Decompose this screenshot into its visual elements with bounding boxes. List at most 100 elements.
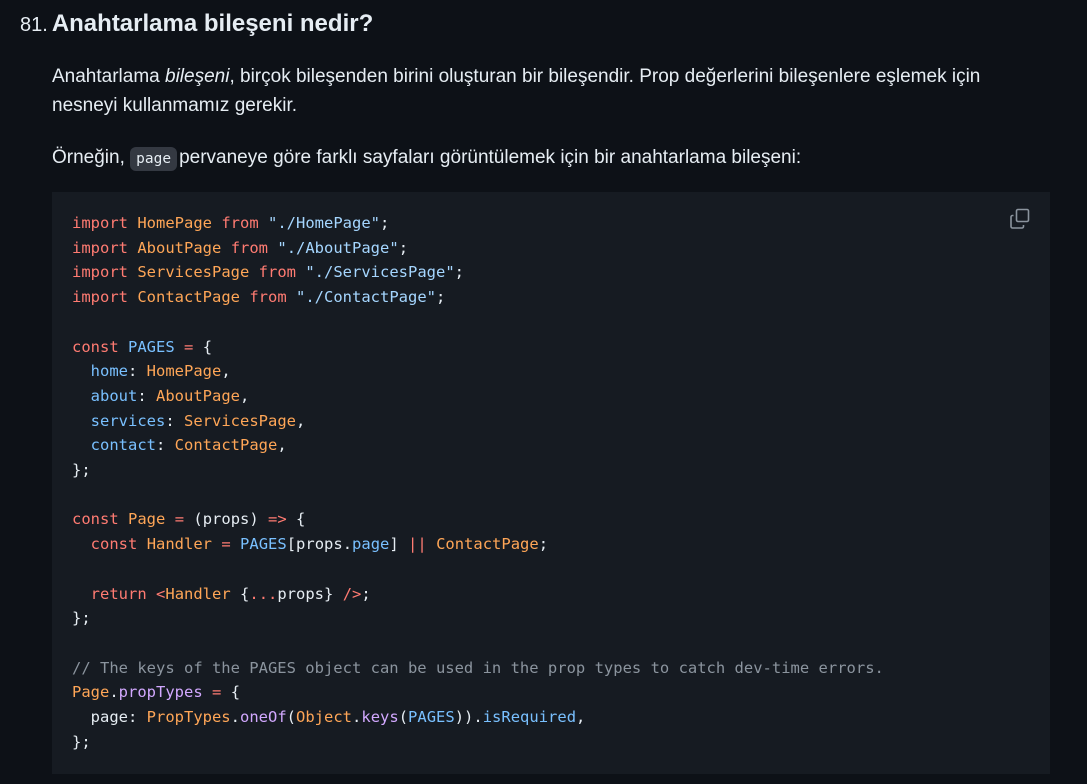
code-token: Page — [72, 683, 110, 702]
code-token: Page — [128, 510, 166, 529]
code-token: { — [286, 510, 306, 529]
copy-icon — [1010, 208, 1030, 229]
code-line: import ContactPage from "./ContactPage"; — [72, 288, 445, 306]
question-heading: 81. Anahtarlama bileşeni nedir? — [20, 10, 373, 38]
code-line: return <Handler {...props} />; — [72, 585, 371, 603]
code-token: ContactPage — [137, 288, 240, 307]
code-token: return — [90, 584, 147, 603]
code-token: import — [72, 288, 128, 307]
code-line: const Page = (props) => { — [72, 510, 305, 528]
code-token: isRequired — [482, 708, 577, 727]
question-title: Anahtarlama bileşeni nedir? — [51, 10, 374, 37]
code-line: const PAGES = { — [72, 338, 212, 356]
code-token: Handler — [165, 584, 231, 603]
code-token: props} — [277, 584, 343, 603]
question-number: 81. — [20, 14, 48, 36]
code-token: PAGES — [128, 337, 175, 356]
code-token: ; — [436, 288, 446, 307]
code-token: PAGES — [408, 708, 455, 727]
code-token: Object — [296, 708, 353, 727]
code-token: ServicesPage — [184, 411, 296, 430]
code-token: ; — [398, 238, 409, 257]
code-token: ... — [249, 584, 278, 603]
code-line: import HomePage from "./HomePage"; — [72, 214, 389, 232]
code-token: ContactPage — [436, 535, 539, 554]
code-line: }; — [72, 609, 91, 627]
code-token: /> — [342, 584, 362, 603]
code-token: import — [72, 238, 128, 257]
code-token: keys — [361, 708, 399, 727]
code-token: => — [268, 510, 287, 529]
code-token: : — [156, 436, 175, 455]
code-content: import HomePage from "./HomePage"; impor… — [72, 211, 884, 754]
code-token: { — [193, 337, 213, 356]
code-token: : — [137, 386, 157, 405]
description-paragraph: Anahtarlama bileşeni, birçok bileşenden … — [52, 62, 1042, 120]
code-token: , — [576, 708, 586, 727]
code-token: ServicesPage — [137, 263, 250, 282]
code-line: const Handler = PAGES[props.page] || Con… — [72, 535, 548, 553]
code-token: ; — [380, 214, 390, 232]
code-token: ( — [286, 708, 297, 727]
code-token: = — [221, 535, 231, 554]
code-token: }; — [72, 732, 91, 751]
code-token: oneOf — [240, 708, 287, 727]
code-token: ; — [361, 584, 371, 603]
code-token: , — [240, 386, 250, 405]
code-token: , — [221, 362, 231, 381]
paragraph-text: Anahtarlama — [52, 66, 166, 87]
code-token: "./ServicesPage" — [305, 263, 455, 282]
code-line: import AboutPage from "./AboutPage"; — [72, 239, 408, 257]
code-line: contact: ContactPage, — [72, 436, 287, 454]
code-token: HomePage — [146, 362, 222, 381]
code-token: import — [72, 263, 128, 282]
code-token: from — [221, 214, 259, 232]
code-line: home: HomePage, — [72, 362, 231, 380]
code-token: from — [249, 288, 287, 307]
code-token: )). — [454, 708, 483, 727]
code-token: PAGES — [240, 535, 287, 554]
code-line: page: PropTypes.oneOf(Object.keys(PAGES)… — [72, 708, 586, 727]
code-token: ; — [538, 535, 549, 554]
code-token: const — [90, 535, 138, 554]
paragraph-text: pervaneye göre farklı sayfaları görüntül… — [179, 147, 802, 168]
code-token: from — [258, 263, 296, 282]
inline-code: page — [130, 147, 178, 171]
code-token: { — [221, 683, 241, 702]
code-token: "./AboutPage" — [277, 238, 399, 257]
code-block: import HomePage from "./HomePage"; impor… — [52, 192, 1050, 774]
code-token: = — [184, 337, 194, 356]
code-token: AboutPage — [156, 386, 241, 405]
code-line: }; — [72, 733, 91, 751]
code-token: AboutPage — [137, 238, 222, 257]
code-token: "./HomePage" — [268, 214, 380, 232]
code-token: . — [109, 683, 119, 702]
code-token: PropTypes — [146, 708, 231, 727]
code-token: [props. — [286, 535, 353, 554]
code-token: : — [128, 362, 147, 381]
code-token: (props) — [184, 510, 269, 529]
code-token: ContactPage — [174, 436, 278, 455]
code-token: : — [165, 411, 184, 430]
code-token: page: — [72, 708, 147, 727]
copy-button[interactable] — [1009, 208, 1031, 230]
code-token: home — [90, 362, 128, 381]
